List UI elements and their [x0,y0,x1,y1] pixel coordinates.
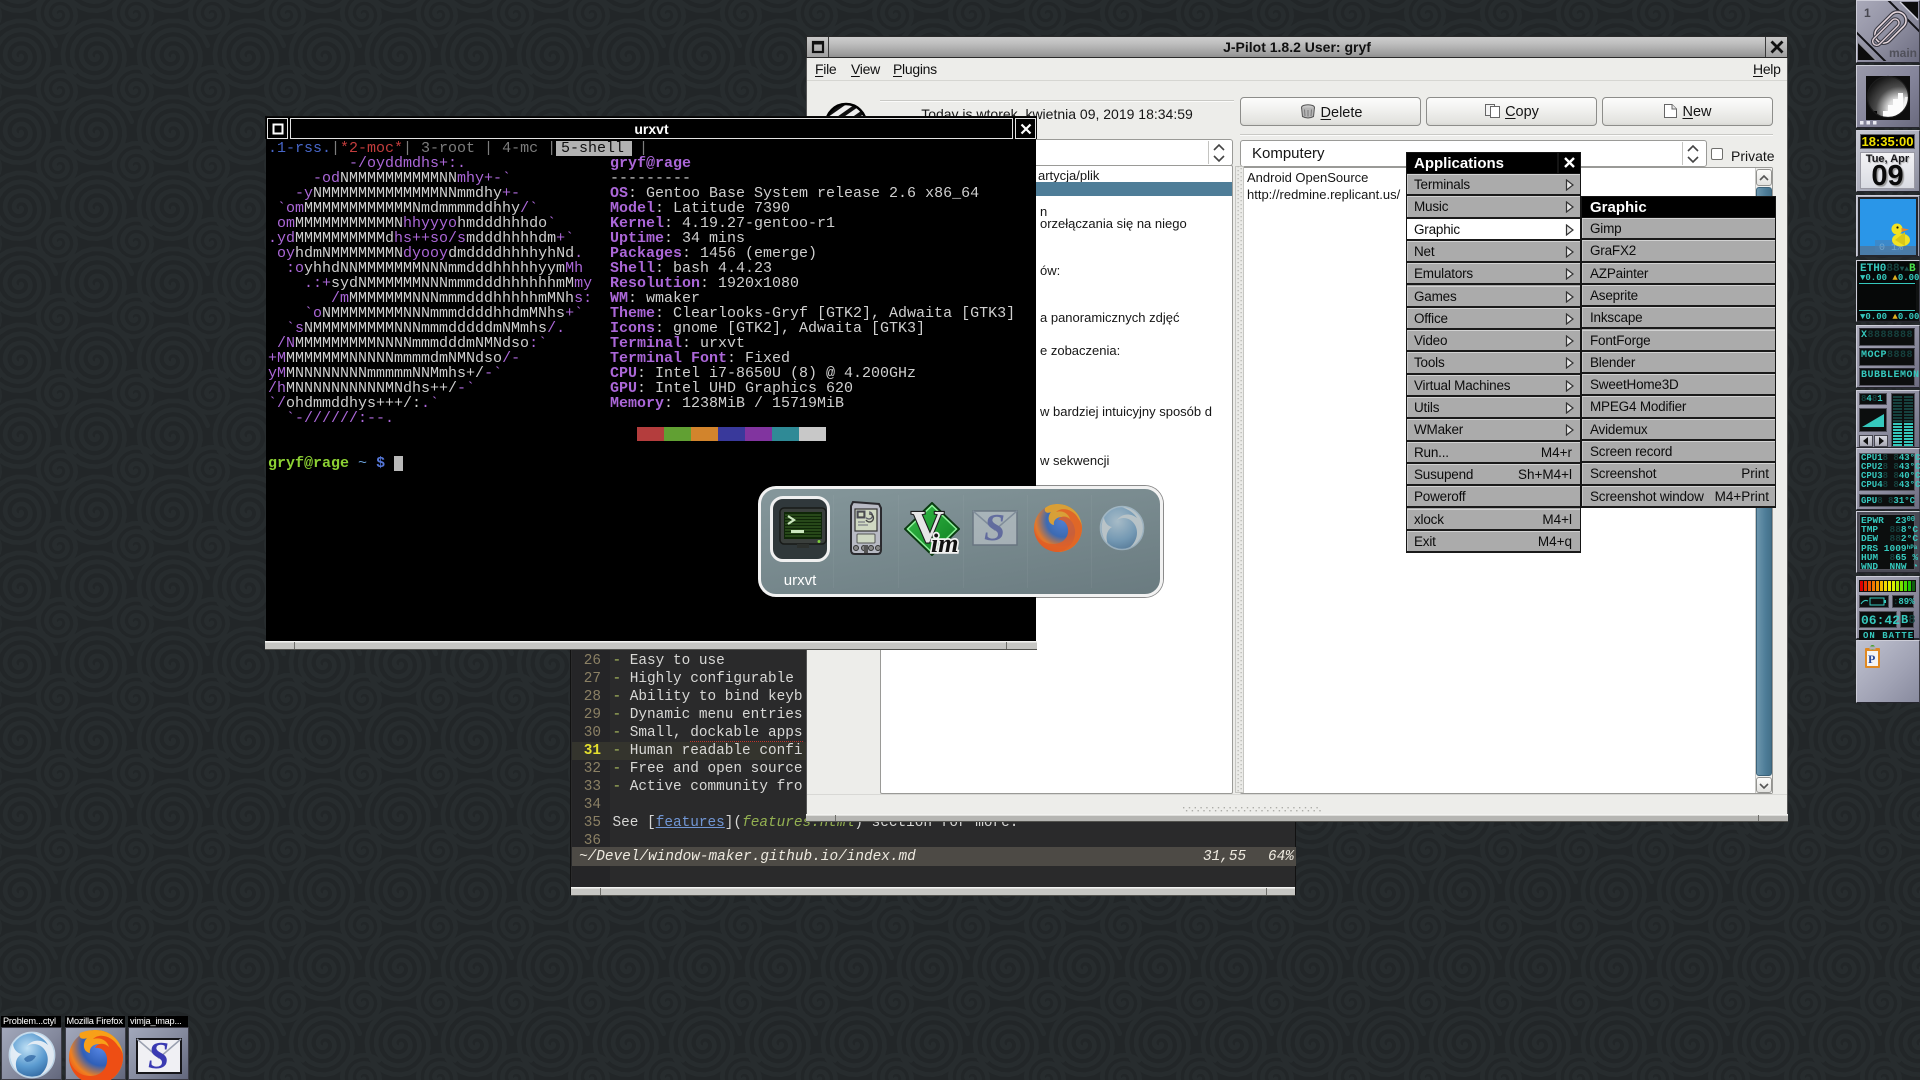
svg-text:S: S [148,1038,169,1074]
svg-text:1: 1 [1864,6,1871,20]
svg-text:main: main [1889,46,1917,60]
svg-text:S: S [984,510,1005,546]
svg-text:im: im [931,529,958,556]
svg-text:P: P [1868,652,1875,666]
